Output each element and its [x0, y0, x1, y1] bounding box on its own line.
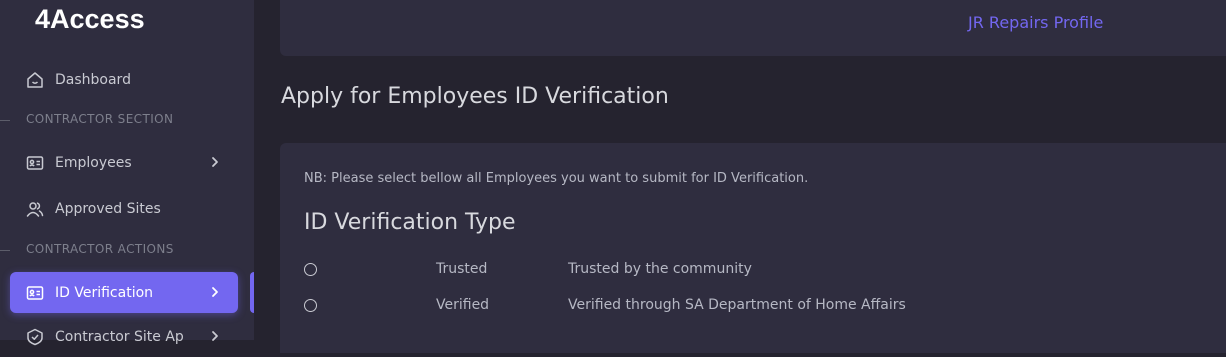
sidebar: 4Access Dashboard CONTRACTOR SECTION Emp…	[0, 0, 254, 345]
sidebar-item-label: Dashboard	[55, 71, 131, 88]
option-description: Verified through SA Department of Home A…	[568, 297, 906, 313]
id-card-icon	[26, 154, 44, 172]
users-icon	[26, 200, 44, 218]
verification-card: NB: Please select bellow all Employees y…	[280, 143, 1226, 353]
brand-logo[interactable]: 4Access	[35, 4, 145, 35]
instruction-note: NB: Please select bellow all Employees y…	[304, 171, 809, 186]
sidebar-item-approved-sites[interactable]: Approved Sites	[10, 188, 238, 229]
sidebar-item-dashboard[interactable]: Dashboard	[10, 59, 238, 100]
section-title: ID Verification Type	[304, 210, 516, 235]
section-header-contractor: CONTRACTOR SECTION	[0, 111, 254, 129]
active-indicator	[250, 272, 254, 313]
id-card-icon	[26, 284, 44, 302]
sidebar-item-label: Employees	[55, 154, 132, 171]
option-row-verified[interactable]: Verified Verified through SA Department …	[304, 297, 1004, 317]
sidebar-item-contractor-site[interactable]: Contractor Site Ap	[10, 316, 238, 357]
chevron-right-icon	[208, 154, 222, 170]
sidebar-item-label: Contractor Site Ap	[55, 328, 184, 345]
profile-link[interactable]: JR Repairs Profile	[968, 13, 1103, 32]
option-name: Verified	[436, 297, 490, 313]
page-title: Apply for Employees ID Verification	[281, 84, 669, 109]
sidebar-item-label: ID Verification	[55, 284, 154, 301]
chevron-right-icon	[208, 284, 222, 300]
verified-radio[interactable]	[304, 299, 317, 312]
shield-check-icon	[26, 328, 44, 346]
sidebar-item-id-verification[interactable]: ID Verification	[10, 272, 238, 313]
profile-header-card: JR Repairs Profile	[280, 0, 1226, 56]
sidebar-item-label: Approved Sites	[55, 200, 161, 217]
option-name: Trusted	[436, 261, 488, 277]
sidebar-item-employees[interactable]: Employees	[10, 142, 238, 183]
option-row-trusted[interactable]: Trusted Trusted by the community	[304, 261, 1004, 281]
trusted-radio[interactable]	[304, 263, 317, 276]
home-icon	[26, 71, 44, 89]
chevron-right-icon	[208, 328, 222, 344]
option-description: Trusted by the community	[568, 261, 752, 277]
section-header-actions: CONTRACTOR ACTIONS	[0, 241, 254, 259]
